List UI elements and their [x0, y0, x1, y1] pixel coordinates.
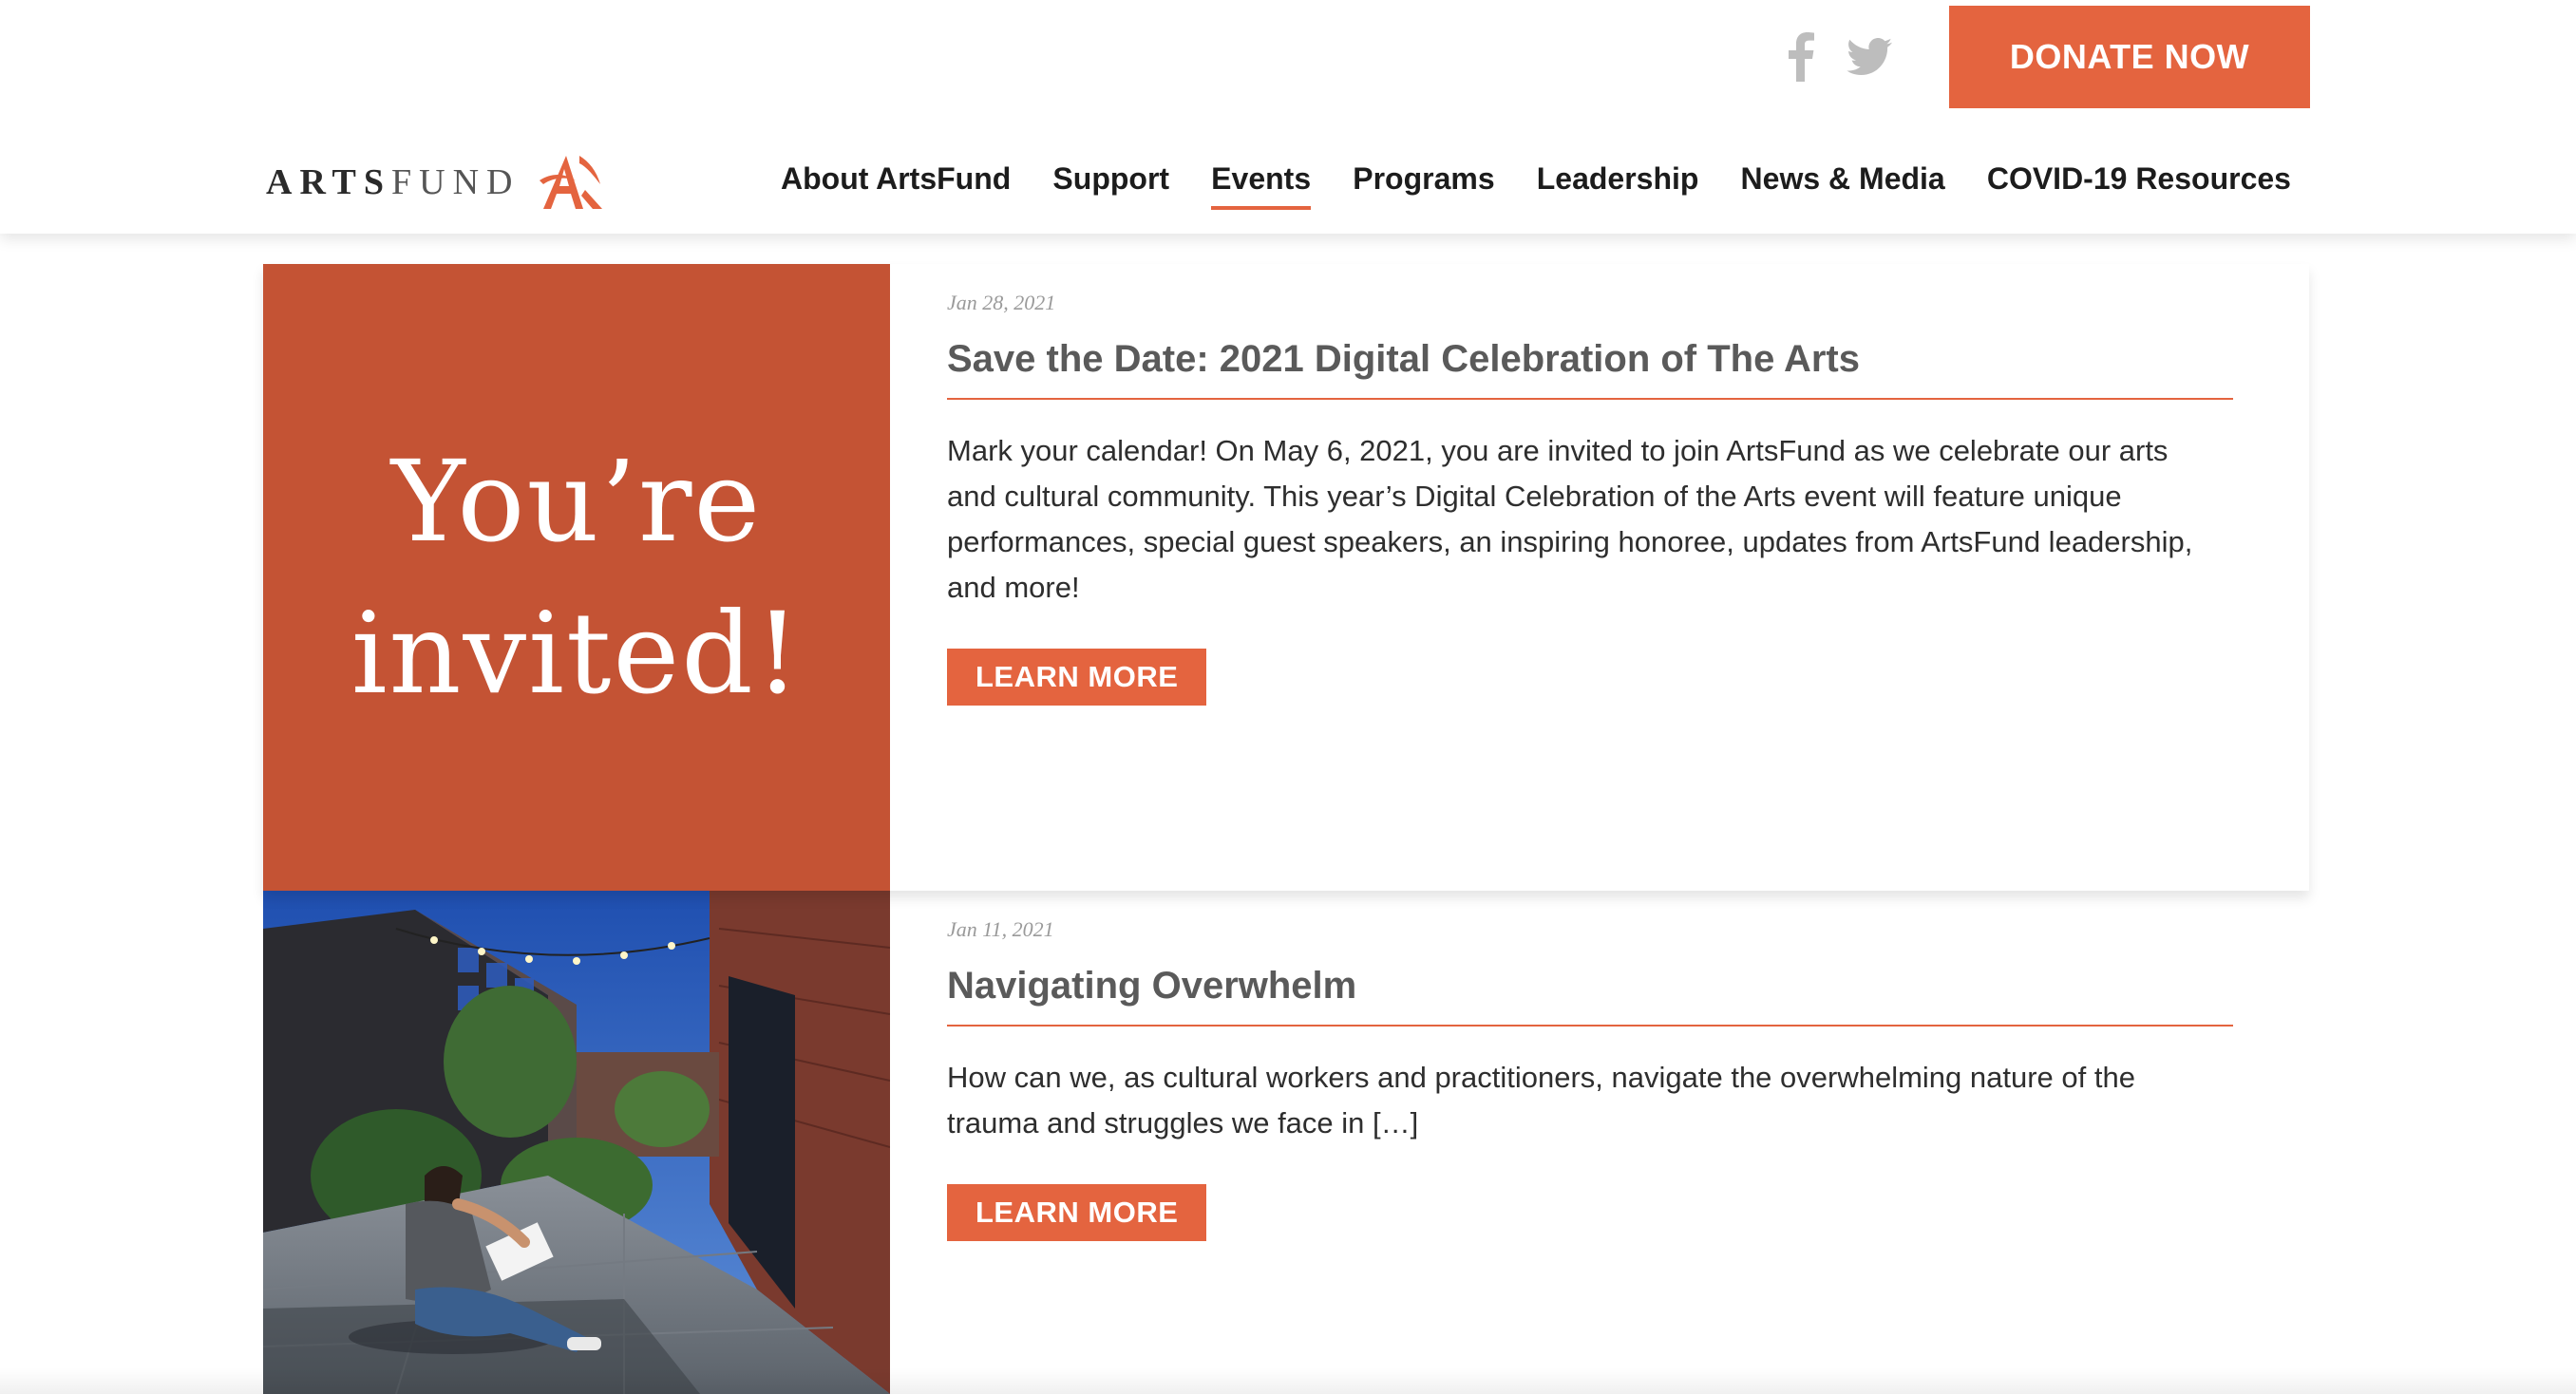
facebook-icon[interactable] — [1786, 32, 1814, 82]
invite-text-line: invited! — [350, 588, 803, 719]
post-excerpt: How can we, as cultural workers and prac… — [947, 1061, 2135, 1140]
learn-more-button[interactable]: LEARN MORE — [947, 649, 1207, 706]
donate-now-button[interactable]: DONATE NOW — [1949, 6, 2310, 108]
event-card-body: Jan 28, 2021 Save the Date: 2021 Digital… — [947, 264, 2233, 706]
event-card: Jan 11, 2021 Navigating Overwhelm How ca… — [263, 891, 2309, 1394]
post-date: Jan 11, 2021 — [947, 917, 1054, 941]
courtyard-photo[interactable] — [263, 891, 890, 1394]
artsfund-a-mark-icon — [539, 156, 602, 209]
nav-about[interactable]: About ArtsFund — [781, 161, 1011, 197]
logo-wordmark: ARTSFUND — [266, 162, 521, 202]
nav-programs[interactable]: Programs — [1353, 161, 1494, 197]
social-links — [1786, 28, 1892, 85]
event-card: You’re invited! Jan 28, 2021 Save the Da… — [263, 264, 2309, 891]
post-title[interactable]: Save the Date: 2021 Digital Celebration … — [947, 338, 2233, 400]
youre-invited-image[interactable]: You’re invited! — [263, 264, 890, 891]
learn-more-button[interactable]: LEARN MORE — [947, 1184, 1207, 1241]
invite-text-line: You’re — [390, 436, 763, 567]
nav-support[interactable]: Support — [1052, 161, 1169, 197]
artsfund-logo[interactable]: ARTSFUND — [266, 152, 604, 213]
nav-covid-resources[interactable]: COVID-19 Resources — [1987, 161, 2291, 197]
post-date: Jan 28, 2021 — [947, 291, 1056, 314]
event-card-body: Jan 11, 2021 Navigating Overwhelm How ca… — [947, 891, 2233, 1241]
twitter-icon[interactable] — [1847, 38, 1892, 76]
nav-leadership[interactable]: Leadership — [1537, 161, 1699, 197]
site-header: DONATE NOW ARTSFUND About ArtsFund Suppo… — [0, 0, 2576, 234]
post-title[interactable]: Navigating Overwhelm — [947, 965, 2233, 1027]
photo-woman-sketching-courtyard — [263, 891, 890, 1394]
main-nav: About ArtsFund Support Events Programs L… — [781, 161, 2291, 210]
nav-news-media[interactable]: News & Media — [1741, 161, 1945, 197]
post-excerpt: Mark your calendar! On May 6, 2021, you … — [947, 434, 2193, 604]
nav-events[interactable]: Events — [1211, 161, 1311, 210]
